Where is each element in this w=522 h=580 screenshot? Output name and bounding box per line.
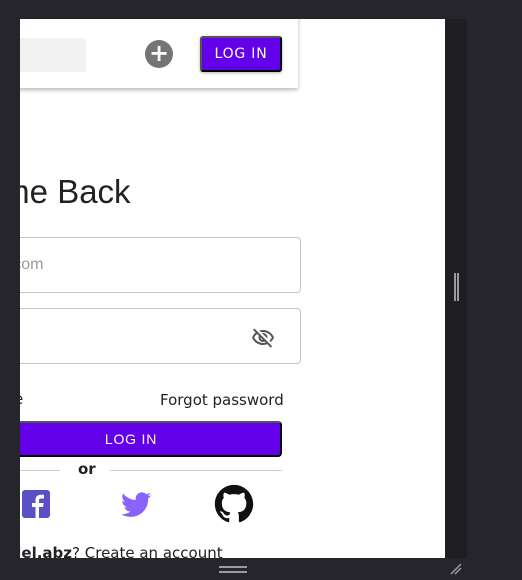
vertical-resize-handle[interactable] xyxy=(454,273,459,301)
eye-off-icon[interactable] xyxy=(251,326,275,350)
email-value: abz.com xyxy=(20,256,44,273)
or-separator: or xyxy=(78,460,96,478)
top-login-button[interactable]: LOG IN xyxy=(200,36,282,72)
email-field[interactable]: abz.com xyxy=(20,237,301,293)
username-text: ndel.abz xyxy=(20,544,73,558)
remember-me-label[interactable]: e xyxy=(20,390,23,408)
divider-left xyxy=(20,470,60,471)
app-frame: + LOG IN lcome Back abz.com e Forgot pas… xyxy=(20,19,445,558)
top-bar: + LOG IN xyxy=(20,19,298,88)
search-input[interactable] xyxy=(20,38,86,72)
signup-prompt: ndel.abz? Create an account xyxy=(20,544,223,558)
github-icon[interactable] xyxy=(214,484,254,524)
twitter-icon[interactable] xyxy=(116,484,156,524)
facebook-icon[interactable] xyxy=(20,484,56,524)
login-button[interactable]: LOG IN xyxy=(20,421,282,457)
horizontal-resize-handle[interactable] xyxy=(219,566,247,573)
plus-circle-icon[interactable]: + xyxy=(145,40,173,68)
forgot-password-link[interactable]: Forgot password xyxy=(160,391,284,409)
password-field[interactable] xyxy=(20,308,301,364)
divider-right xyxy=(110,470,282,471)
resize-grip-icon[interactable] xyxy=(448,561,464,577)
create-account-link[interactable]: ? Create an account xyxy=(72,544,223,558)
page-title: lcome Back xyxy=(20,173,131,210)
